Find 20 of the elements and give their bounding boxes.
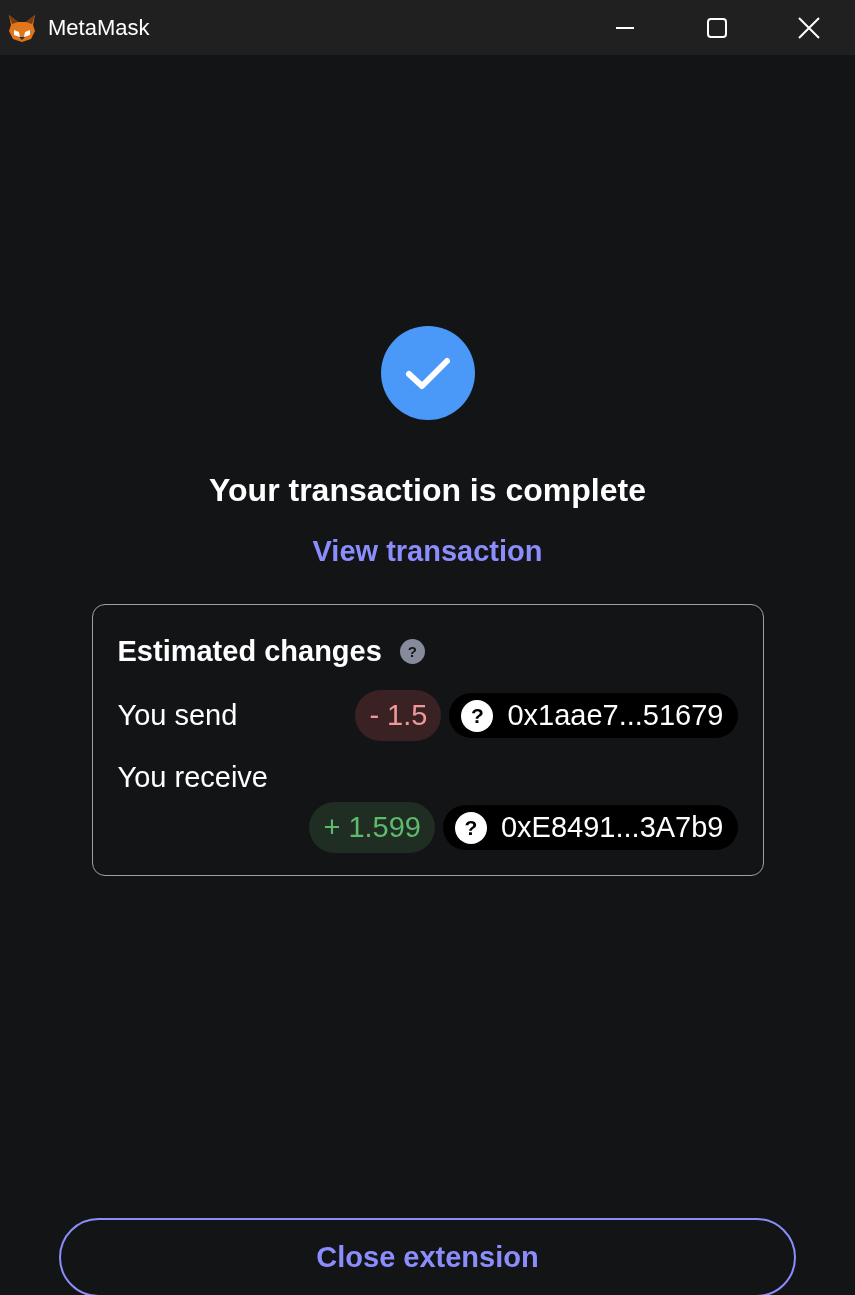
help-icon: ? [455,811,487,844]
card-title: Estimated changes [117,635,382,668]
amount-pill: - 1.5 [355,690,442,741]
help-icon[interactable]: ? [399,639,425,664]
change-label: You send [117,699,239,732]
status-title: Your transaction is complete [209,472,646,509]
view-transaction-link[interactable]: View transaction [312,535,543,568]
window-title: MetaMask [48,14,151,41]
amount-pill: + 1.599 [309,802,435,853]
minimize-icon [615,26,635,29]
token-address: 0x1aae7...51679 [507,699,724,732]
checkmark-icon [380,326,475,420]
close-extension-button[interactable]: Close extension [59,1218,796,1295]
token-pill[interactable]: ? 0x1aae7...51679 [449,693,738,738]
help-icon: ? [461,699,494,732]
close-icon [798,16,820,39]
maximize-icon [707,17,727,38]
change-label: You receive [117,761,269,794]
token-pill[interactable]: ? 0xE8491...3A7b9 [443,805,738,850]
token-address: 0xE8491...3A7b9 [501,811,724,844]
